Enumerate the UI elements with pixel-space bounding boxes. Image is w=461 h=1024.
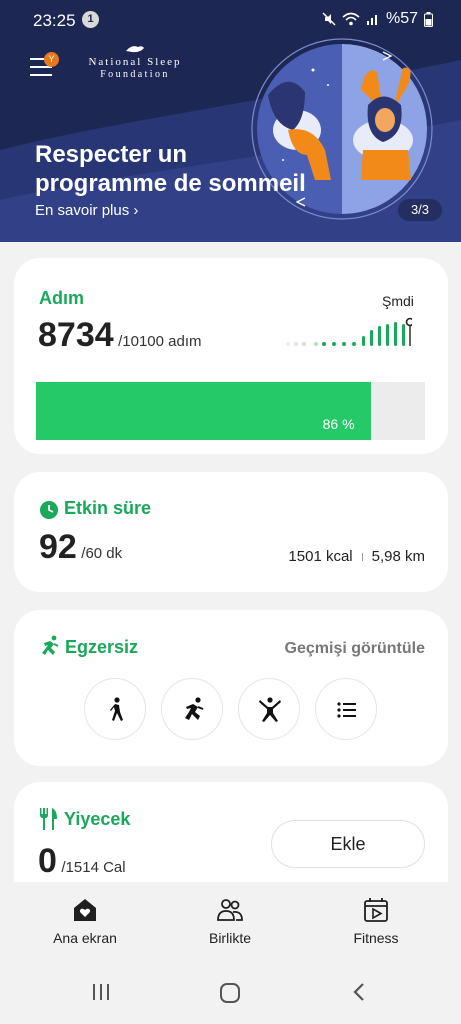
active-time-card[interactable]: Etkin süre 92 /60 dk 1501 kcal 5,98 km <box>14 472 448 592</box>
bottom-navigation: Ana ekran Birlikte Fitness <box>0 882 461 956</box>
battery-percentage: %57 <box>385 10 418 27</box>
exercise-card[interactable]: Egzersiz Geçmişi görüntüle <box>14 610 448 766</box>
workout-icon <box>259 697 281 722</box>
active-minutes-goal: /60 dk <box>81 545 123 562</box>
clock-icon <box>40 501 58 519</box>
home-heart-icon <box>74 899 96 921</box>
nav-fitness-label: Fitness <box>353 930 399 946</box>
signal-icon <box>366 15 377 25</box>
steps-value-row: 8734 /10100 adım <box>38 316 202 355</box>
food-card[interactable]: Yiyecek 0 /1514 Cal Ekle <box>14 782 448 882</box>
food-title: Yiyecek <box>64 809 131 829</box>
calories-eaten: 0 <box>38 842 57 880</box>
menu-icon-line <box>30 74 52 76</box>
calories-goal: /1514 Cal <box>61 859 126 876</box>
steps-hourly-chart <box>286 317 412 346</box>
system-navigation-bar <box>0 956 461 1024</box>
workout-button[interactable] <box>238 678 300 740</box>
home-icon[interactable] <box>219 982 241 1004</box>
fitness-video-icon <box>364 898 388 922</box>
add-food-button[interactable]: Ekle <box>271 820 425 868</box>
banner-title: Respecter un programme de sommeil <box>35 141 306 197</box>
run-icon <box>185 697 204 720</box>
banner-page-indicator: 3/3 <box>398 199 442 221</box>
battery-icon <box>424 11 433 27</box>
back-icon[interactable] <box>350 982 368 1002</box>
distance: 5,98 km <box>371 548 425 565</box>
food-value-row: 0 /1514 Cal <box>38 842 126 881</box>
mute-icon <box>322 12 336 26</box>
steps-progress-fill: 86 % <box>36 382 371 440</box>
logo-text-line1: National Sleep <box>88 56 182 68</box>
walk-icon <box>110 697 123 721</box>
now-label: Şmdi <box>382 293 414 309</box>
people-icon <box>217 899 243 921</box>
active-time-value-row: 92 /60 dk <box>39 528 122 567</box>
steps-card[interactable]: Adım 8734 /10100 adım Şmdi 86 % <box>14 258 448 454</box>
nav-together[interactable]: Birlikte <box>191 896 269 946</box>
logo-text-line2: Foundation <box>100 69 170 80</box>
list-icon <box>337 702 356 718</box>
steps-progress-bar: 86 % <box>36 382 425 440</box>
dashboard-content[interactable]: Adım 8734 /10100 adım Şmdi 86 % Etkin sü… <box>0 242 461 882</box>
recent-apps-icon[interactable] <box>91 982 111 1002</box>
nav-fitness[interactable]: Fitness <box>342 896 410 946</box>
calories-burned: 1501 kcal <box>288 548 353 565</box>
status-time: 23:25 <box>33 11 76 30</box>
walk-button[interactable] <box>84 678 146 740</box>
nav-together-label: Birlikte <box>208 930 251 946</box>
running-icon <box>42 635 59 655</box>
steps-title: Adım <box>39 288 84 308</box>
sleep-logo-icon <box>126 46 144 53</box>
steps-goal: /10100 adım <box>118 333 202 350</box>
fork-knife-icon <box>40 808 57 830</box>
stats-divider <box>361 552 363 561</box>
steps-count: 8734 <box>38 316 114 354</box>
learn-more-link[interactable]: En savoir plus › <box>35 202 138 219</box>
wifi-icon <box>342 12 360 26</box>
active-time-title: Etkin süre <box>64 498 152 518</box>
run-button[interactable] <box>161 678 223 740</box>
nsf-logo: National Sleep Foundation <box>70 40 200 80</box>
status-icons: %57 <box>322 10 433 28</box>
promo-banner[interactable]: 23:25 1 %57 Y National Sleep Foundation <box>0 0 461 242</box>
nav-home[interactable]: Ana ekran <box>47 896 123 946</box>
active-minutes: 92 <box>39 528 77 566</box>
nav-home-label: Ana ekran <box>53 930 117 946</box>
notification-count-badge: 1 <box>82 11 99 28</box>
active-stats: 1501 kcal 5,98 km <box>288 548 425 565</box>
menu-badge: Y <box>44 52 59 67</box>
steps-progress-label: 86 % <box>322 416 355 432</box>
exercise-title: Egzersiz <box>65 637 139 657</box>
exercise-list-button[interactable] <box>315 678 377 740</box>
view-history-link[interactable]: Geçmişi görüntüle <box>285 640 425 658</box>
